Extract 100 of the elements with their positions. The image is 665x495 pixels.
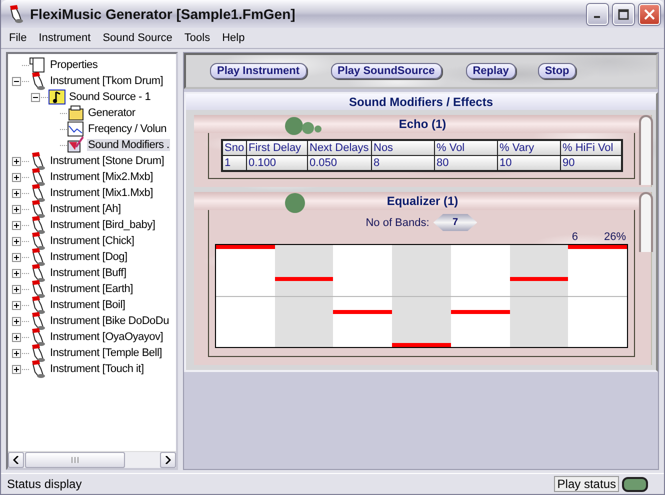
- tree-item[interactable]: Instrument [Dog]: [49, 251, 128, 263]
- column-header: % Vary: [498, 141, 560, 155]
- close-icon[interactable]: [644, 8, 655, 20]
- hand-icon: [29, 248, 47, 266]
- expand-icon[interactable]: [12, 348, 20, 358]
- hand-icon: [29, 152, 47, 170]
- expand-icon[interactable]: [12, 268, 20, 278]
- scroll-thumb-grip-icon[interactable]: [70, 457, 80, 463]
- tree-item[interactable]: Sound Modifiers .: [87, 139, 170, 151]
- toolbar-button[interactable]: Play Instrument: [210, 63, 307, 79]
- card-title: Echo (1): [398, 117, 446, 131]
- tree-item[interactable]: Sound Source - 1: [68, 91, 152, 103]
- expand-icon[interactable]: [12, 204, 20, 214]
- menu-item[interactable]: Instrument: [32, 32, 97, 44]
- collapse-icon[interactable]: [30, 92, 40, 102]
- toolbar-button[interactable]: Play SoundSource: [330, 63, 442, 79]
- toolbar-button[interactable]: Stop: [538, 63, 576, 79]
- hand-icon: [29, 168, 47, 186]
- tree-item[interactable]: Instrument [Bike DoDoDu: [49, 315, 170, 327]
- tree-item[interactable]: Instrument [Stone Drum]: [49, 155, 166, 167]
- tree-item[interactable]: Instrument [OyaOyayov]: [49, 331, 164, 343]
- menu-item[interactable]: Help: [216, 32, 251, 44]
- horizontal-scrollbar[interactable]: [8, 451, 176, 468]
- expand-icon[interactable]: [12, 220, 20, 230]
- hand-icon: [29, 344, 47, 362]
- hand-icon: [29, 216, 47, 234]
- menu-item[interactable]: Tools: [178, 32, 216, 44]
- toolbar-button[interactable]: Replay: [466, 63, 516, 79]
- properties-icon: [29, 56, 47, 74]
- scroll-right-icon[interactable]: [165, 456, 171, 464]
- expand-icon[interactable]: [12, 300, 20, 310]
- band-level-bar[interactable]: [510, 277, 568, 282]
- table-cell: 10: [498, 156, 560, 170]
- tree-item[interactable]: Instrument [Earth]: [49, 283, 134, 295]
- expand-icon[interactable]: [12, 236, 20, 246]
- column-header: Next Delays: [308, 141, 370, 155]
- bands-label: No of Bands:: [366, 216, 430, 228]
- table-cell: 8: [372, 156, 434, 170]
- hand-icon: [29, 296, 47, 314]
- expand-icon[interactable]: [12, 364, 20, 374]
- tree-item[interactable]: Instrument [Mix2.Mxb]: [49, 171, 154, 183]
- hand-icon: [29, 232, 47, 250]
- column-header: Sno: [222, 141, 246, 155]
- expand-icon[interactable]: [12, 316, 20, 326]
- hand-icon: [29, 72, 47, 90]
- tree-item[interactable]: Instrument [Bird_baby]: [49, 219, 156, 231]
- expand-icon[interactable]: [12, 284, 20, 294]
- table-cell: 1: [222, 156, 246, 170]
- ball-icon: [284, 192, 306, 214]
- band-level-bar[interactable]: [450, 310, 510, 314]
- app-icon: [7, 5, 25, 23]
- menu-item[interactable]: Sound Source: [96, 32, 178, 44]
- pencil-icon: [67, 136, 85, 154]
- tree-item[interactable]: Instrument [Touch it]: [49, 363, 145, 375]
- tree-item[interactable]: Generator: [87, 107, 136, 119]
- hand-icon: [29, 312, 47, 330]
- panel-title: Sound Modifiers / Effects: [186, 94, 656, 110]
- card-handle[interactable]: [639, 115, 653, 185]
- expand-icon[interactable]: [12, 172, 20, 182]
- expand-icon[interactable]: [12, 156, 20, 166]
- card-handle[interactable]: [639, 192, 653, 252]
- tree-item[interactable]: Instrument [Mix1.Mxb]: [49, 187, 154, 199]
- table-cell: 80: [434, 156, 496, 170]
- graph-icon: [67, 120, 85, 138]
- band-number: 6: [572, 231, 578, 244]
- hand-icon: [29, 280, 47, 298]
- tree-item[interactable]: Instrument [Buff]: [49, 267, 128, 279]
- expand-icon[interactable]: [12, 188, 20, 198]
- hand-icon: [29, 360, 47, 378]
- tree-item[interactable]: Instrument [Chick]: [49, 235, 136, 247]
- bands-spinner[interactable]: 7: [433, 214, 478, 231]
- tree-item[interactable]: Properties: [49, 59, 99, 71]
- tree-item[interactable]: Instrument [Boil]: [49, 299, 126, 311]
- band-level-bar[interactable]: [333, 310, 392, 314]
- tree-item[interactable]: Freqency / Volun: [87, 123, 168, 135]
- tree-item[interactable]: Instrument [Ah]: [49, 203, 122, 215]
- column-header: % Vol: [434, 141, 496, 155]
- column-header: First Delay: [246, 141, 306, 155]
- hand-icon: [29, 184, 47, 202]
- table-cell: 0.050: [308, 156, 370, 170]
- folder-icon: [67, 104, 85, 122]
- expand-icon[interactable]: [12, 332, 20, 342]
- scroll-left-icon[interactable]: [13, 456, 19, 464]
- status-text: Status display: [7, 477, 83, 491]
- minimize-button[interactable]: [587, 4, 608, 24]
- maximize-icon[interactable]: [618, 8, 629, 20]
- collapse-icon[interactable]: [12, 76, 20, 86]
- column-header: % HiFi Vol: [560, 141, 620, 155]
- column-header: Nos: [372, 141, 434, 155]
- tree-item[interactable]: Instrument [Temple Bell]: [49, 347, 163, 359]
- expand-icon[interactable]: [12, 252, 20, 262]
- band-level-bar[interactable]: [274, 277, 334, 282]
- band-value: 26%: [604, 231, 626, 244]
- maximize-button[interactable]: [613, 4, 634, 24]
- close-button[interactable]: [639, 4, 660, 24]
- menu-item[interactable]: File: [3, 32, 33, 44]
- table-cell: 0.100: [246, 156, 306, 170]
- hand-icon: [29, 264, 47, 282]
- table-cell: 90: [560, 156, 620, 170]
- tree-item[interactable]: Instrument [Tkom Drum]: [49, 75, 164, 87]
